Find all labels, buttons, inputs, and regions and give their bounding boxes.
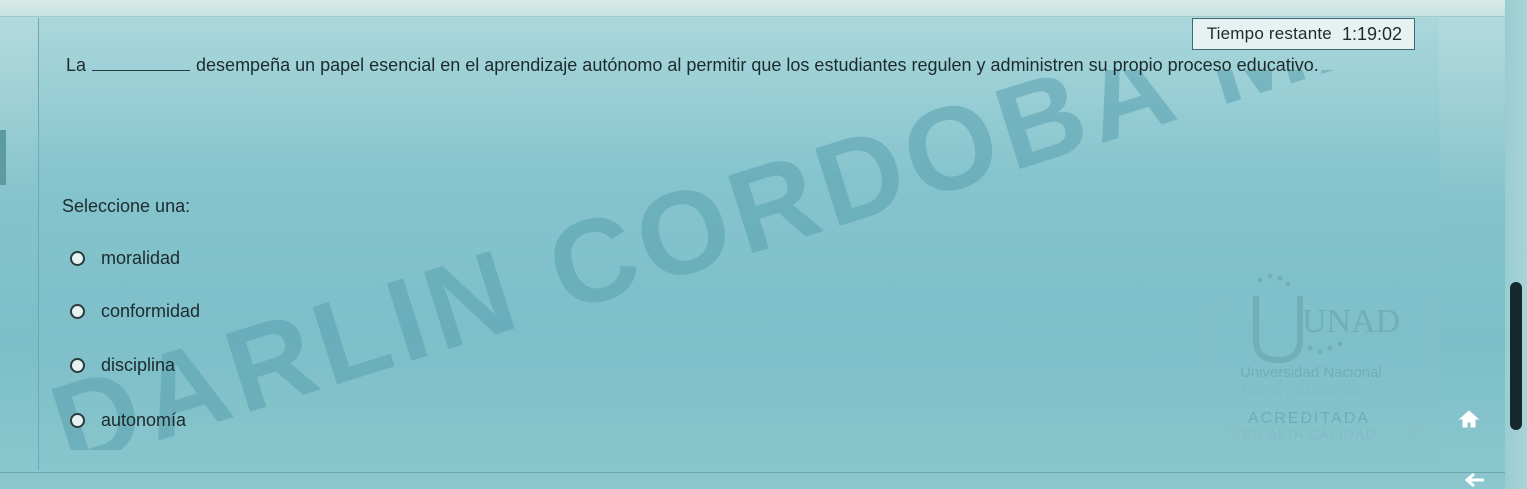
home-icon[interactable] (1458, 408, 1480, 430)
radio-button[interactable] (70, 413, 85, 428)
timer-box: Tiempo restante 1:19:02 (1191, 18, 1415, 50)
question-blank (92, 54, 191, 71)
question-after-blank: desempeña un papel esencial en el aprend… (196, 55, 1319, 75)
bottom-divider (0, 472, 1505, 473)
logo-subtitle: Abierta y a Distancia (1240, 382, 1360, 397)
scrollbar-thumb[interactable] (1510, 282, 1522, 430)
top-strip (0, 0, 1527, 17)
option-label: moralidad (101, 248, 181, 268)
timer-label: Tiempo restante (1206, 24, 1332, 43)
option-disciplina[interactable]: disciplina (70, 355, 175, 376)
arrow-left-icon[interactable] (1464, 472, 1486, 488)
logo-mark: UNAD (1302, 303, 1400, 340)
option-label: conformidad (101, 301, 201, 321)
timer-value: 1:19:02 (1341, 23, 1402, 44)
radio-button[interactable] (70, 251, 85, 266)
logo-accreditation-sub: EN ALTA CALIDAD (1242, 426, 1377, 442)
option-moralidad[interactable]: moralidad (70, 248, 180, 269)
radio-button[interactable] (70, 304, 85, 319)
screen: DARLIN CORDOBA MARTINEZ Tiempo restante … (0, 0, 1527, 489)
question-before-blank: La (66, 55, 87, 75)
option-autonomia[interactable]: autonomía (70, 410, 186, 431)
logo-name: Universidad Nacional (1240, 364, 1382, 381)
option-conformidad[interactable]: conformidad (70, 301, 200, 322)
option-label: autonomía (101, 410, 187, 430)
left-edge-bar (0, 130, 6, 185)
question-text: La desempeña un papel esencial en el apre… (66, 48, 1396, 82)
select-prompt: Seleccione una: (62, 196, 191, 216)
radio-button[interactable] (70, 358, 85, 373)
option-label: disciplina (101, 355, 176, 375)
